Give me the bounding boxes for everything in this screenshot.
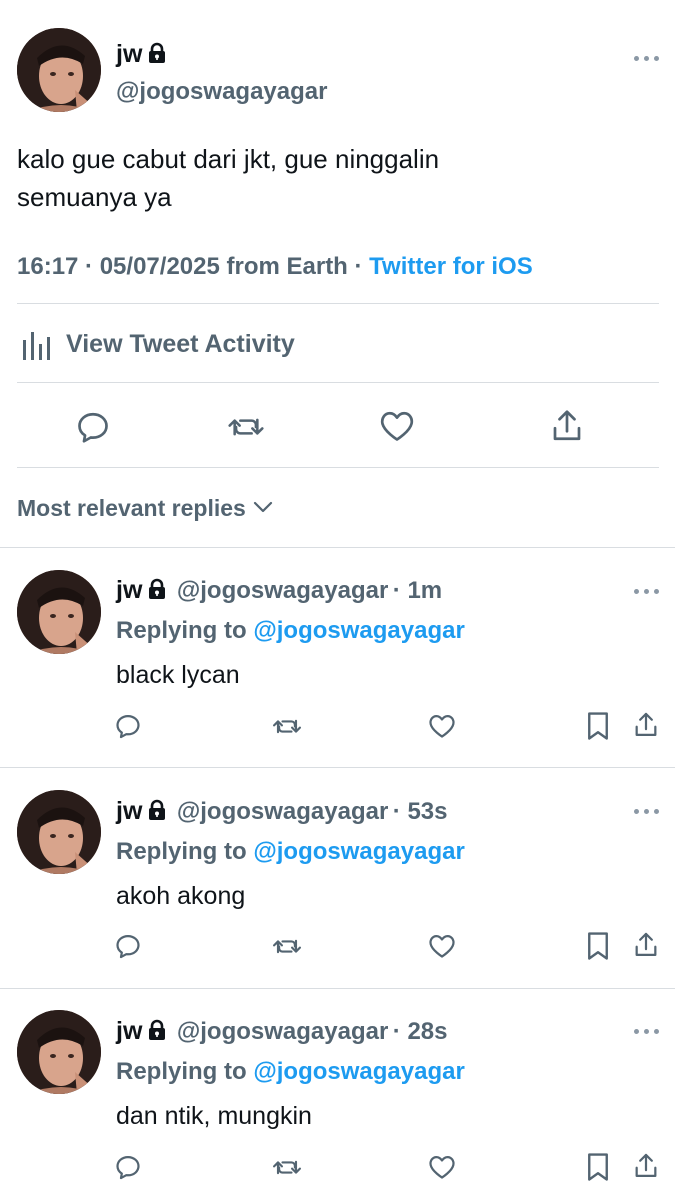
- author-handle[interactable]: @jogoswagayagar: [116, 78, 327, 106]
- replying-to: Replying to @jogoswagayagar: [116, 1058, 465, 1086]
- reply-icon[interactable]: [114, 712, 142, 740]
- like-icon[interactable]: [428, 713, 456, 739]
- share-icon[interactable]: [632, 710, 660, 740]
- analytics-icon: [21, 328, 53, 362]
- tweet-text: kalo gue cabut dari jkt, gue ninggalin s…: [17, 140, 439, 216]
- bookmark-icon[interactable]: [585, 931, 611, 961]
- view-activity-button[interactable]: View Tweet Activity: [17, 326, 417, 366]
- timestamp[interactable]: 16:17 · 05/07/2025 from Earth: [17, 253, 348, 280]
- lock-icon: [148, 42, 166, 71]
- retweet-icon[interactable]: [272, 713, 302, 740]
- like-icon[interactable]: [428, 1154, 456, 1180]
- avatar[interactable]: [17, 790, 101, 874]
- divider: [0, 767, 675, 768]
- divider: [17, 382, 659, 383]
- lock-icon: [148, 1019, 166, 1046]
- divider: [17, 303, 659, 304]
- share-icon[interactable]: [632, 930, 660, 960]
- replies-sort-label: Most relevant replies: [17, 495, 246, 521]
- replying-to-label: Replying to: [116, 838, 247, 865]
- author-name[interactable]: jw: [116, 40, 166, 71]
- like-icon[interactable]: [379, 409, 415, 443]
- lock-icon: [148, 799, 166, 826]
- reply-author-handle[interactable]: @jogoswagayagar: [177, 1018, 388, 1045]
- more-icon[interactable]: [634, 1027, 660, 1035]
- tweet-text-line-1: kalo gue cabut dari jkt, gue ninggalin: [17, 144, 440, 174]
- reply-author-handle[interactable]: @jogoswagayagar: [177, 798, 388, 825]
- reply-author-name[interactable]: jw: [116, 797, 142, 825]
- reply-time[interactable]: · 28s: [393, 1018, 448, 1045]
- retweet-icon[interactable]: [272, 1154, 302, 1181]
- replying-to-label: Replying to: [116, 617, 247, 644]
- reply-icon[interactable]: [114, 1153, 142, 1181]
- more-icon[interactable]: [634, 807, 660, 815]
- more-icon[interactable]: [634, 54, 660, 62]
- meta-separator: ·: [347, 253, 370, 280]
- bookmark-icon[interactable]: [585, 1152, 611, 1182]
- replies-sort-dropdown[interactable]: Most relevant replies: [17, 495, 273, 522]
- divider: [17, 467, 659, 468]
- share-icon[interactable]: [632, 1151, 660, 1181]
- avatar[interactable]: [17, 570, 101, 654]
- tweet-meta: 16:17 · 05/07/2025 from Earth · Twitter …: [17, 253, 533, 281]
- reply-text: akoh akong: [116, 882, 246, 910]
- reply-time[interactable]: · 1m: [393, 577, 442, 604]
- reply-text: black lycan: [116, 661, 240, 689]
- divider: [0, 988, 675, 989]
- chevron-down-icon: [253, 500, 273, 518]
- retweet-icon[interactable]: [272, 933, 302, 960]
- share-icon[interactable]: [549, 407, 585, 445]
- avatar[interactable]: [17, 1010, 101, 1094]
- reply-icon[interactable]: [114, 932, 142, 960]
- reply-text: dan ntik, mungkin: [116, 1102, 312, 1130]
- author-name-text: jw: [116, 40, 143, 68]
- reply-author-name[interactable]: jw: [116, 1017, 142, 1045]
- replying-to: Replying to @jogoswagayagar: [116, 617, 465, 645]
- lock-icon: [148, 578, 166, 605]
- replying-to-link[interactable]: @jogoswagayagar: [253, 1058, 464, 1085]
- replying-to-link[interactable]: @jogoswagayagar: [253, 838, 464, 865]
- reply-header: jw @jogoswagayagar · 53s: [116, 797, 447, 826]
- replying-to-link[interactable]: @jogoswagayagar: [253, 617, 464, 644]
- reply-header: jw @jogoswagayagar · 28s: [116, 1017, 447, 1046]
- reply-header: jw @jogoswagayagar · 1m: [116, 576, 442, 605]
- more-icon[interactable]: [634, 587, 660, 595]
- tweet-text-line-2: semuanya ya: [17, 182, 172, 212]
- retweet-icon[interactable]: [227, 410, 265, 444]
- reply-author-name[interactable]: jw: [116, 576, 142, 604]
- reply-author-handle[interactable]: @jogoswagayagar: [177, 577, 388, 604]
- source-link[interactable]: Twitter for iOS: [369, 253, 533, 280]
- like-icon[interactable]: [428, 933, 456, 959]
- view-activity-label: View Tweet Activity: [66, 330, 295, 358]
- replying-to: Replying to @jogoswagayagar: [116, 838, 465, 866]
- reply-icon[interactable]: [75, 409, 111, 445]
- bookmark-icon[interactable]: [585, 711, 611, 741]
- replying-to-label: Replying to: [116, 1058, 247, 1085]
- avatar[interactable]: [17, 28, 101, 112]
- reply-time[interactable]: · 53s: [393, 798, 448, 825]
- divider: [0, 547, 675, 548]
